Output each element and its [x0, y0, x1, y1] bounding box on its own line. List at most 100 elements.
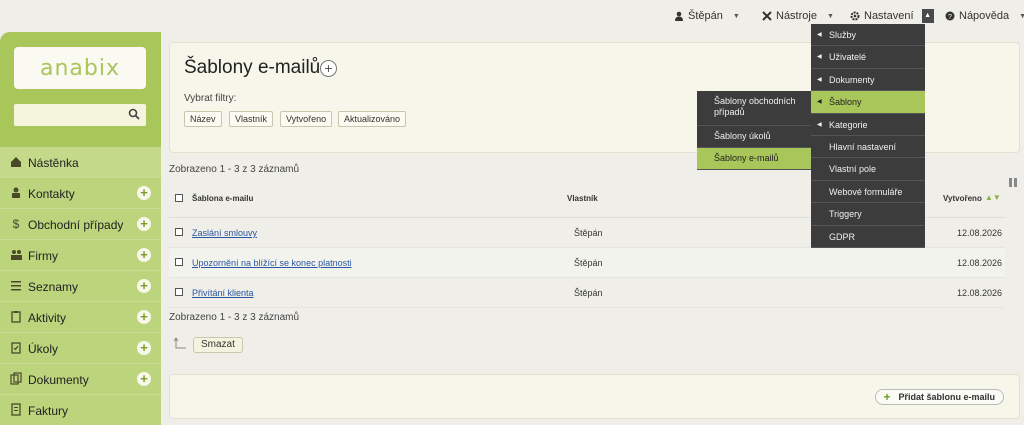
settings-menu-item-8[interactable]: Triggery [811, 203, 925, 226]
people-icon [11, 250, 22, 260]
arrow-left-icon: ◀ [817, 76, 822, 83]
settings-menu-item-3[interactable]: ◀ Šablony [811, 91, 925, 114]
settings-menu[interactable]: Nastavení ▲ [850, 9, 934, 23]
column-owner[interactable]: Vlastník [567, 194, 598, 203]
add-icon[interactable]: + [137, 310, 151, 324]
arrow-left-icon: ◀ [817, 54, 822, 61]
settings-menu-item-4[interactable]: ◀ Kategorie [811, 114, 925, 136]
table-row[interactable]: Upozornění na blížící se konec platnosti… [169, 248, 1005, 278]
settings-menu-item-5[interactable]: Hlavní nastavení [811, 136, 925, 159]
sidebar-item-0[interactable]: Nástěnka [0, 147, 161, 178]
delete-button[interactable]: Smazat [193, 337, 243, 353]
caret-down-icon: ▼ [826, 12, 834, 20]
tools-menu[interactable]: Nástroje ▼ [762, 9, 834, 23]
sidebar-item-3[interactable]: Firmy + [0, 240, 161, 271]
settings-menu-label: Triggery [829, 209, 862, 220]
add-icon[interactable]: + [137, 341, 151, 355]
table-row[interactable]: Přivítání klienta Štěpán 12.08.2026 [169, 278, 1005, 308]
created-cell: 12.08.2026 [957, 288, 1003, 298]
row-checkbox[interactable] [175, 228, 183, 236]
sidebar-item-label: Dokumenty [28, 373, 89, 387]
select-all-checkbox[interactable] [175, 194, 183, 202]
sidebar-item-label: Úkoly [28, 342, 59, 356]
settings-menu-label: Služby [829, 30, 857, 40]
sidebar-item-2[interactable]: $ Obchodní případy + [0, 209, 161, 240]
owner-cell: Štěpán [574, 228, 603, 238]
settings-label: Nastavení [864, 10, 914, 22]
settings-menu-item-0[interactable]: ◀ Služby [811, 24, 925, 47]
templates-submenu-item-1[interactable]: Šablony úkolů [697, 126, 811, 148]
settings-menu-item-7[interactable]: Webové formuláře [811, 181, 925, 204]
templates-submenu-label: Šablony obchodních případů [714, 96, 796, 117]
arrow-up-icon [173, 337, 186, 349]
svg-text:?: ? [948, 14, 952, 21]
help-label: Nápověda [959, 10, 1010, 22]
user-menu[interactable]: Štěpán ▼ [674, 9, 740, 23]
sidebar-item-5[interactable]: Aktivity + [0, 302, 161, 333]
settings-menu-item-1[interactable]: ◀ Uživatelé [811, 46, 925, 69]
template-name-link[interactable]: Upozornění na blížící se konec platnosti [192, 258, 352, 268]
templates-submenu-item-0[interactable]: Šablony obchodních případů [697, 91, 811, 126]
sidebar-item-1[interactable]: Kontakty + [0, 178, 161, 209]
arrow-left-icon: ◀ [817, 99, 822, 106]
template-name-link[interactable]: Zaslání smlouvy [192, 228, 257, 238]
add-icon[interactable]: + [137, 248, 151, 262]
sidebar-item-label: Faktury [28, 404, 69, 418]
list-icon [11, 281, 21, 291]
caret-down-icon: ▼ [732, 12, 740, 20]
owner-cell: Štěpán [574, 258, 603, 268]
search-icon[interactable] [128, 108, 140, 120]
templates-submenu: Šablony obchodních případů Šablony úkolů Š… [697, 91, 811, 170]
main-nav: Nástěnka Kontakty + $ Obchodní případy + Firmy… [0, 147, 161, 425]
settings-dropdown: ◀ Služby ◀ Uživatelé ◀ Dokumenty ◀ Šablony ◀ Kate… [811, 24, 925, 248]
row-checkbox[interactable] [175, 258, 183, 266]
settings-menu-label: Hlavní nastavení [829, 141, 897, 152]
sidebar-item-8[interactable]: Faktury [0, 395, 161, 425]
filter-updated[interactable]: Aktualizováno [338, 111, 407, 127]
settings-menu-label: Vlastní pole [829, 164, 877, 175]
sidebar-item-label: Aktivity [28, 311, 67, 325]
arrow-left-icon: ◀ [817, 121, 822, 128]
arrow-left-icon: ◀ [817, 32, 822, 38]
person-icon [12, 187, 20, 198]
columns-icon[interactable] [1009, 178, 1018, 187]
owner-cell: Štěpán [574, 288, 603, 298]
plus-icon: + [883, 390, 891, 404]
add-icon[interactable]: + [320, 60, 337, 77]
template-name-link[interactable]: Přivítání klienta [192, 288, 254, 298]
invoice-icon [11, 403, 21, 416]
settings-menu-item-6[interactable]: Vlastní pole [811, 158, 925, 181]
column-created[interactable]: Vytvořeno [943, 194, 982, 203]
add-icon[interactable]: + [137, 279, 151, 293]
search-input[interactable] [14, 104, 146, 126]
filter-owner[interactable]: Vlastník [229, 111, 274, 127]
sort-icon[interactable]: ▲▼ [985, 193, 1001, 202]
filter-created[interactable]: Vytvořeno [280, 111, 333, 127]
home-icon [11, 157, 21, 167]
sidebar-item-6[interactable]: Úkoly + [0, 333, 161, 364]
settings-menu-item-9[interactable]: GDPR [811, 226, 925, 248]
sidebar: anabix Nástěnka Kontakty + $ Obchodní případ… [0, 32, 161, 425]
svg-text:$: $ [13, 217, 20, 230]
add-template-label: Přidat šablonu e-mailu [898, 392, 995, 402]
sidebar-item-4[interactable]: Seznamy + [0, 271, 161, 302]
user-icon [675, 11, 683, 21]
add-icon[interactable]: + [137, 372, 151, 386]
add-icon[interactable]: + [137, 186, 151, 200]
add-template-button[interactable]: + Přidat šablonu e-mailu [875, 389, 1004, 405]
row-checkbox[interactable] [175, 288, 183, 296]
settings-menu-item-2[interactable]: ◀ Dokumenty [811, 69, 925, 92]
column-name[interactable]: Šablona e-mailu [192, 194, 253, 203]
gear-icon [850, 11, 860, 21]
settings-menu-label: GDPR [829, 231, 856, 242]
logo[interactable]: anabix [14, 47, 146, 89]
add-icon[interactable]: + [137, 217, 151, 231]
sidebar-item-label: Obchodní případy [28, 218, 124, 232]
created-cell: 12.08.2026 [957, 258, 1003, 268]
sidebar-item-7[interactable]: Dokumenty + [0, 364, 161, 395]
filter-name[interactable]: Název [184, 111, 222, 127]
help-menu[interactable]: ? Nápověda ▼ [945, 9, 1024, 23]
templates-submenu-item-2[interactable]: Šablony e-mailů [697, 148, 811, 170]
settings-menu-label: Webové formuláře [829, 186, 903, 197]
page-footer: + Přidat šablonu e-mailu [169, 374, 1020, 419]
